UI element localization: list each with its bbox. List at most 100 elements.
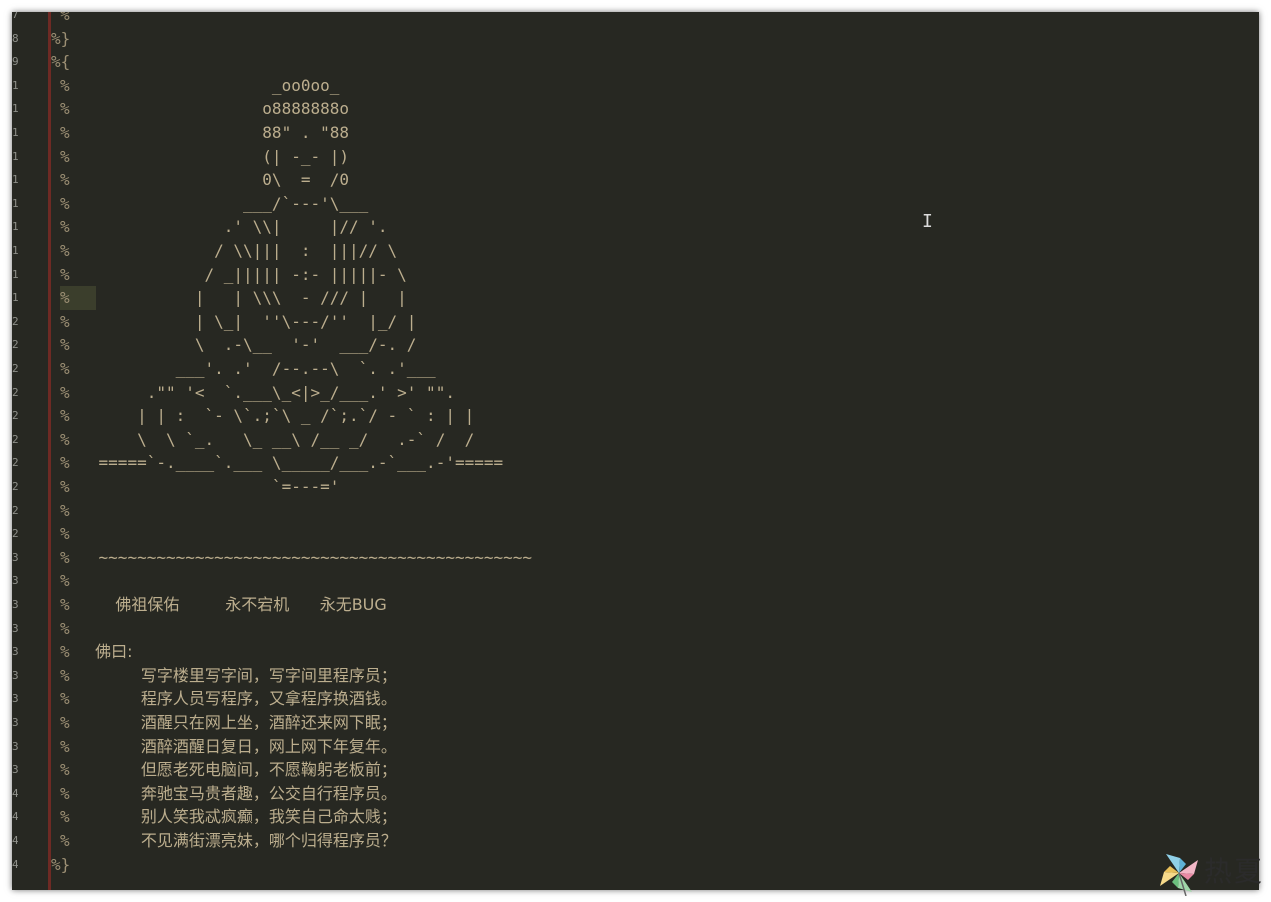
comment-marker: % <box>60 193 70 213</box>
code-line[interactable]: % 佛祖保佑 永不宕机 永无BUG <box>60 593 1259 617</box>
code-line[interactable]: %} <box>51 27 1251 51</box>
line-number: 34 <box>12 645 18 659</box>
comment-marker: %} <box>51 854 71 874</box>
line-text: o8888888o <box>69 99 349 119</box>
code-line[interactable]: % \ \ `_. \_ __\ /__ _/ .-` / / <box>60 428 1259 452</box>
line-number: 25 <box>12 432 18 446</box>
comment-marker: % <box>60 335 70 355</box>
code-line[interactable]: % 佛曰: <box>60 640 1259 664</box>
comment-marker: % <box>60 642 70 662</box>
code-line[interactable]: % / \\||| : |||// \ <box>60 239 1259 263</box>
code-line[interactable]: % ___/`---'\___ <box>60 192 1259 216</box>
line-text: 酒醒只在网上坐，酒醉还来网下眠； <box>69 713 397 732</box>
code-line[interactable]: % 程序人员写程序，又拿程序换酒钱。 <box>60 687 1259 711</box>
code-line[interactable]: % 写字楼里写字间，写字间里程序员； <box>60 664 1259 688</box>
code-line[interactable]: % <box>60 499 1259 523</box>
comment-marker: % <box>60 311 70 331</box>
code-line[interactable]: % 但愿老死电脑间，不愿鞠躬老板前； <box>60 758 1259 782</box>
line-number: 31 <box>12 574 18 588</box>
code-line[interactable]: % ___'. .' /--.--\ `. .'___ <box>60 357 1259 381</box>
code-line[interactable]: % .' \\| |// '. <box>60 215 1259 239</box>
comment-marker: % <box>60 288 70 308</box>
line-number: 15 <box>12 196 18 210</box>
line-text: ___'. .' /--.--\ `. .'___ <box>69 359 436 378</box>
line-number-gutter: 7 8 9 10 11 12 13 14 15 16 17 18 19 20 21 22 23 24 25 26 27 2… <box>12 12 48 890</box>
code-line[interactable]: % 0\ = /0 <box>60 168 1259 192</box>
line-number: 35 <box>12 668 18 682</box>
comment-marker: % <box>60 689 70 709</box>
code-line[interactable]: % ."" '< `.___\_<|>_/___.' >' "". <box>60 381 1259 405</box>
comment-marker: % <box>60 264 70 284</box>
code-line-current[interactable]: % | | \\\ - /// | | <box>60 286 1259 310</box>
comment-marker: %{ <box>51 52 71 72</box>
comment-marker: % <box>60 500 70 520</box>
code-line[interactable]: % 酒醒只在网上坐，酒醉还来网下眠； <box>60 711 1259 735</box>
code-line[interactable]: % `=---=' <box>60 475 1259 499</box>
code-line[interactable]: % 88" . "88 <box>60 121 1259 145</box>
comment-marker: % <box>60 12 70 24</box>
line-number: 30 <box>12 550 18 564</box>
line-text: 88" . "88 <box>69 123 349 142</box>
line-text: 佛曰: <box>69 642 133 662</box>
comment-marker: % <box>60 123 70 142</box>
line-number: 17 <box>12 244 18 257</box>
code-line[interactable]: % <box>60 617 1259 641</box>
line-number: 29 <box>12 527 18 541</box>
comment-marker: % <box>60 571 70 591</box>
line-text: ~~~~~~~~~~~~~~~~~~~~~~~~~~~~~~~~~~~~~~~~… <box>69 547 533 567</box>
line-text: | \_| ''\---/'' |_/ | <box>69 311 417 331</box>
code-line[interactable]: % =====`-.____`.___ \_____/___.-`___.-'=… <box>60 451 1259 475</box>
comment-marker: % <box>60 618 70 638</box>
line-text: / \\||| : |||// \ <box>69 241 398 260</box>
comment-marker: % <box>60 760 70 780</box>
code-line[interactable]: % _oo0oo_ <box>60 74 1259 98</box>
line-number: 26 <box>12 456 18 470</box>
line-text: 不见满街漂亮妹，哪个归得程序员？ <box>69 831 397 850</box>
line-text: 但愿老死电脑间，不愿鞠躬老板前； <box>69 760 397 780</box>
code-line[interactable]: % (| -_- |) <box>60 145 1259 169</box>
line-number: 40 <box>12 786 18 800</box>
code-line[interactable]: % \ .-\__ '-' ___/-. / <box>60 333 1259 357</box>
comment-marker: % <box>60 146 70 166</box>
comment-marker: % <box>60 807 70 827</box>
code-editor[interactable]: 7 8 9 10 11 12 13 14 15 16 17 18 19 20 21 22 23 24 25 26 27 2… <box>12 12 1259 890</box>
gutter-marker-stripe <box>48 12 51 890</box>
pinwheel-icon <box>1160 854 1198 896</box>
code-line[interactable]: % 别人笑我忒疯癫，我笑自己命太贱； <box>60 805 1259 829</box>
code-line[interactable]: % <box>60 569 1259 593</box>
code-line[interactable]: % o8888888o <box>60 97 1259 121</box>
code-line[interactable]: % <box>60 12 1259 27</box>
line-number: 32 <box>12 598 18 611</box>
line-number: 36 <box>12 692 18 706</box>
comment-marker: % <box>60 595 70 614</box>
code-line[interactable]: % 酒醉酒醒日复日，网上网下年复年。 <box>60 735 1259 759</box>
code-line[interactable]: % | \_| ''\---/'' |_/ | <box>60 310 1259 334</box>
comment-marker: % <box>60 429 70 449</box>
line-text: _oo0oo_ <box>69 75 340 95</box>
code-line[interactable]: %{ <box>51 50 1251 74</box>
code-line[interactable]: % | | : `- \`.;`\ _ /`;.`/ - ` : | | <box>60 404 1259 428</box>
line-text: | | : `- \`.;`\ _ /`;.`/ - ` : | | <box>69 406 475 426</box>
line-number: 33 <box>12 621 18 635</box>
code-line[interactable]: % ~~~~~~~~~~~~~~~~~~~~~~~~~~~~~~~~~~~~~~… <box>60 546 1259 570</box>
line-number: 22 <box>12 362 18 375</box>
code-line[interactable]: %} <box>51 853 1251 877</box>
comment-marker: % <box>60 665 70 685</box>
comment-marker: % <box>60 713 70 732</box>
code-line[interactable]: % 不见满街漂亮妹，哪个归得程序员？ <box>60 829 1259 853</box>
line-number: 19 <box>12 291 18 305</box>
line-text: ."" '< `.___\_<|>_/___.' >' "". <box>69 382 455 402</box>
code-line[interactable]: % <box>60 522 1259 546</box>
comment-marker: % <box>60 406 70 426</box>
code-line[interactable]: % 奔驰宝马贵者趣，公交自行程序员。 <box>60 782 1259 806</box>
line-number: 38 <box>12 739 18 753</box>
line-text: 0\ = /0 <box>69 170 349 190</box>
line-text: 奔驰宝马贵者趣，公交自行程序员。 <box>69 783 397 803</box>
line-text: (| -_- |) <box>69 146 349 166</box>
line-number: 37 <box>12 716 18 729</box>
line-text: 别人笑我忒疯癫，我笑自己命太贱； <box>69 807 397 827</box>
line-number: 20 <box>12 314 18 328</box>
code-line[interactable]: % / _||||| -:- |||||- \ <box>60 263 1259 287</box>
line-text: 写字楼里写字间，写字间里程序员； <box>69 665 397 685</box>
comment-marker: % <box>60 359 70 378</box>
